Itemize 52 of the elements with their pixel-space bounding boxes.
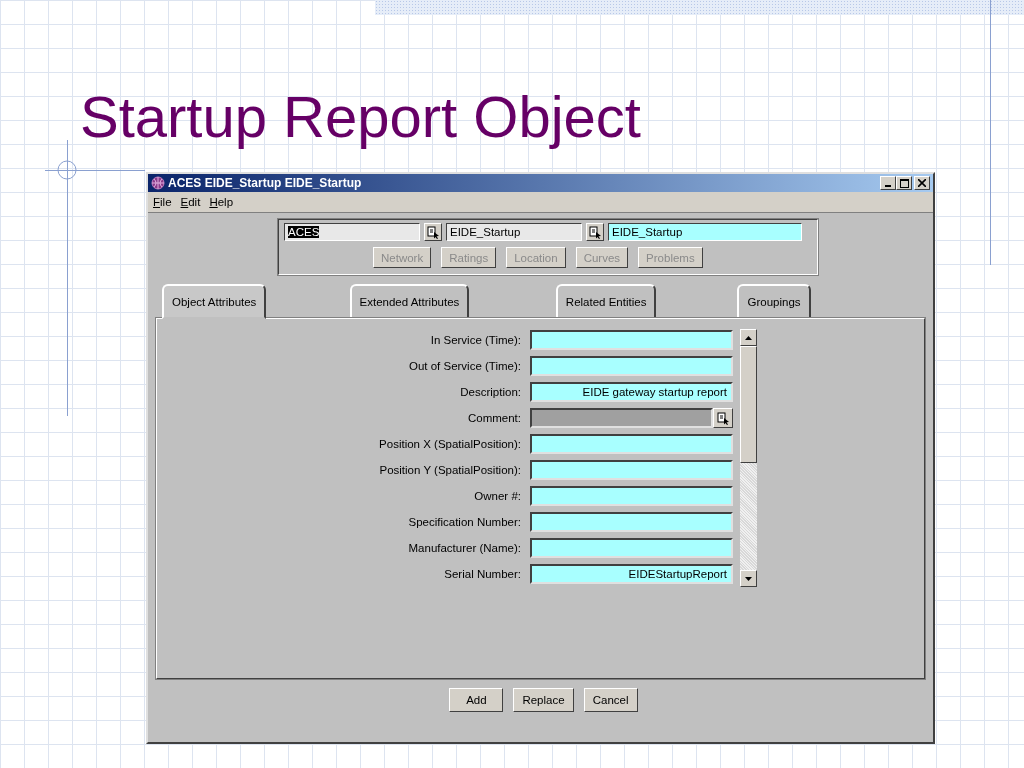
menu-item[interactable]: Help [209,196,234,208]
window-title: ACES EIDE_Startup EIDE_Startup [168,176,363,190]
tab[interactable]: Object Attributes [162,284,267,319]
field-label: Description: [459,386,522,398]
field-label: Comment: [466,412,522,424]
text-field[interactable]: EIDE_Startup [446,223,582,241]
field-label: Owner #: [473,490,522,502]
dialog-button[interactable]: Add [449,688,504,712]
input-field[interactable] [530,408,713,428]
maximize-button[interactable] [896,176,912,190]
tab[interactable]: Extended Attributes [349,284,470,319]
globe-icon [151,176,165,190]
tab[interactable]: Related Entities [555,284,657,319]
close-icon [918,179,926,187]
input-field[interactable] [530,460,733,480]
field-label: Position Y (SpatialPosition): [378,464,522,476]
down-arrow-icon [745,576,752,581]
input-field[interactable] [530,356,733,376]
field-label: Serial Number: [443,568,522,580]
scroll-thumb[interactable] [740,346,757,463]
minimize-button[interactable] [880,176,896,190]
menu-item[interactable]: Edit [180,196,201,208]
input-field[interactable] [530,512,733,532]
up-arrow-icon [745,335,752,340]
text-field[interactable]: EIDE_Startup [608,223,802,241]
field-label: Manufacturer (Name): [407,542,522,554]
maximize-icon [899,178,909,188]
field-label: Specification Number: [407,516,522,528]
menu-item[interactable]: File [153,196,172,208]
lookup-button[interactable] [424,223,442,241]
document-pointer-icon [588,225,602,239]
scroll-up-button[interactable] [740,329,757,346]
input-field[interactable]: EIDEStartupReport [530,564,733,584]
document-pointer-icon [716,411,730,425]
scroll-down-button[interactable] [740,570,757,587]
input-field[interactable]: EIDE gateway startup report [530,382,733,402]
tab[interactable]: Groupings [737,284,811,319]
lookup-button[interactable] [713,408,733,428]
input-field[interactable] [530,434,733,454]
field-label: In Service (Time): [429,334,522,346]
input-field[interactable] [530,330,733,350]
text-field[interactable]: ACES [284,223,420,241]
dialog-button[interactable]: Cancel [583,688,638,712]
input-field[interactable] [530,486,733,506]
input-field[interactable] [530,538,733,558]
close-button[interactable] [914,176,930,190]
field-label: Out of Service (Time): [407,360,522,372]
scrollbar[interactable] [740,329,757,587]
document-pointer-icon [426,225,440,239]
field-label: Position X (SpatialPosition): [378,438,522,450]
lookup-button[interactable] [586,223,604,241]
dialog-button[interactable]: Replace [513,688,574,712]
